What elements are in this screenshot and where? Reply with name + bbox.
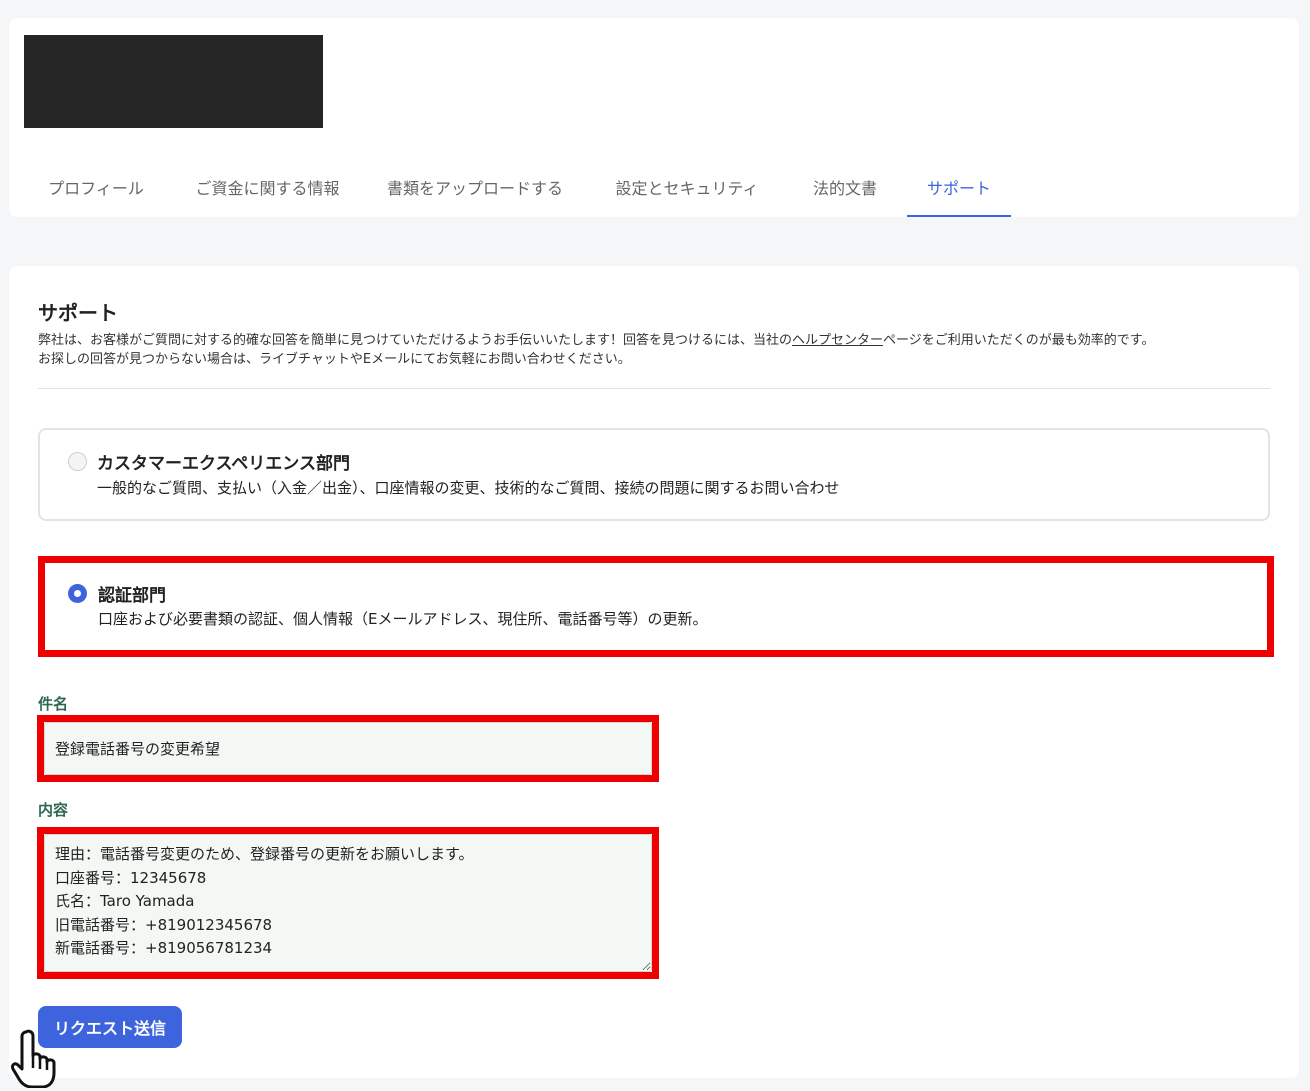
content-textarea[interactable]: 理由：電話番号変更のため、登録番号の更新をお願いします。 口座番号：123456… [44,834,652,972]
account-tabs: プロフィール ご資金に関する情報 書類をアップロードする 設定とセキュリティ 法… [9,158,1299,217]
tab-profile[interactable]: プロフィール [37,158,155,217]
tab-settings-security[interactable]: 設定とセキュリティ [609,158,765,217]
page-title: サポート [38,301,118,325]
option-title: 認証部門 [98,586,166,606]
divider [38,388,1270,389]
support-description: 弊社は、お客様がご質問に対する的確な回答を簡単に見つけていただけるようお手伝いい… [38,331,1268,369]
description-text: 弊社は、お客様がご質問に対する的確な回答を簡単に見つけていただけるようお手伝いい… [38,333,793,348]
tab-upload-documents[interactable]: 書類をアップロードする [379,158,571,217]
support-card: サポート 弊社は、お客様がご質問に対する的確な回答を簡単に見つけていただけるよう… [9,266,1299,1078]
subject-highlight [37,715,659,782]
description-line-1: 弊社は、お客様がご質問に対する的確な回答を簡単に見つけていただけるようお手伝いい… [38,331,1268,350]
department-option-verification[interactable]: 認証部門 口座および必要書類の認証、個人情報（Eメールアドレス、現住所、電話番号… [38,556,1274,657]
tab-funds-info[interactable]: ご資金に関する情報 [185,158,350,217]
tab-legal-documents[interactable]: 法的文書 [805,158,885,217]
content-highlight: 理由：電話番号変更のため、登録番号の更新をお願いします。 口座番号：123456… [37,827,659,979]
help-center-link[interactable]: ヘルプセンター [792,333,883,348]
radio-selected[interactable] [68,584,87,603]
description-line-2: お探しの回答が見つからない場合は、ライブチャットやEメールにてお気軽にお問い合わ… [38,352,631,367]
subject-input[interactable] [44,722,652,775]
radio-unselected[interactable] [68,452,87,471]
option-description: 一般的なご質問、支払い（入金／出金）、口座情報の変更、技術的なご質問、接続の問題… [97,479,840,497]
option-title: カスタマーエクスペリエンス部門 [97,454,350,474]
tab-support[interactable]: サポート [907,158,1011,217]
hand-pointer-icon [11,1029,56,1088]
option-description: 口座および必要書類の認証、個人情報（Eメールアドレス、現住所、電話番号等）の更新… [98,610,708,628]
department-option-customer-experience[interactable]: カスタマーエクスペリエンス部門 一般的なご質問、支払い（入金／出金）、口座情報の… [38,428,1270,521]
redacted-account-info [24,35,323,128]
account-header-card: プロフィール ご資金に関する情報 書類をアップロードする 設定とセキュリティ 法… [9,18,1299,217]
description-text-end: ページをご利用いただくのが最も効率的です。 [883,333,1155,348]
subject-label: 件名 [38,695,69,713]
content-label: 内容 [38,801,69,819]
